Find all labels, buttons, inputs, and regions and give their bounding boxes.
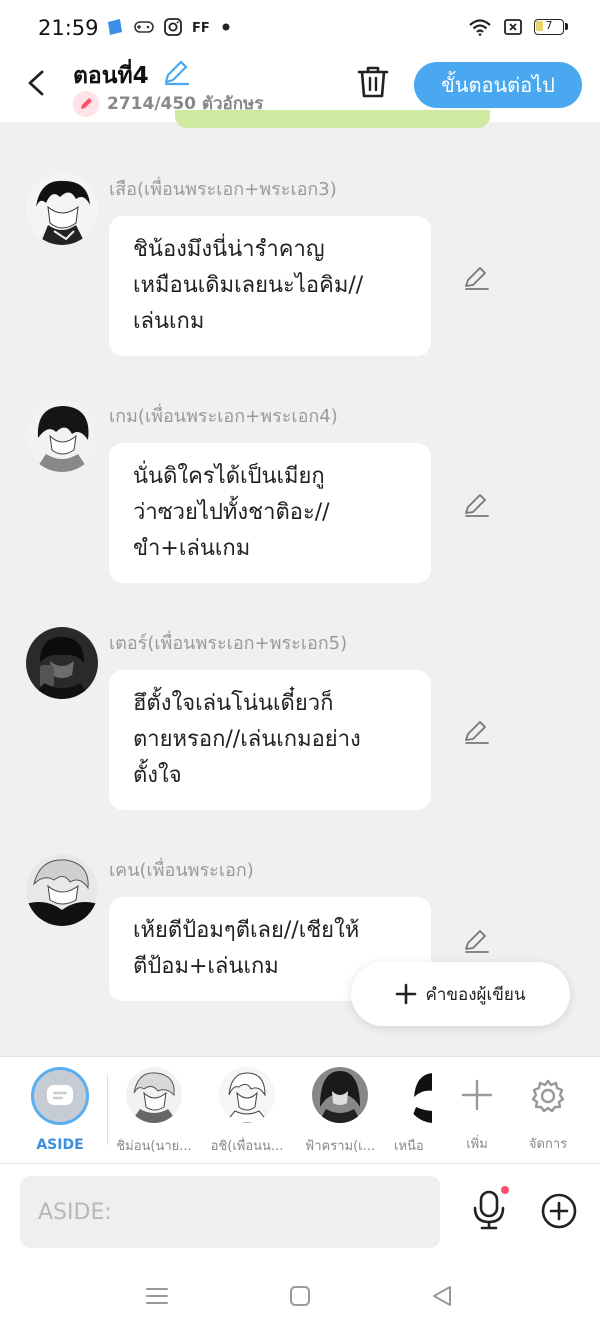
message-line: เหมือนเดิมเลยนะไอคิม// <box>133 273 364 298</box>
next-step-button[interactable]: ขั้นตอนต่อไป <box>414 62 582 108</box>
message-bubble[interactable]: ฮึตั้งใจเล่นโน่นเดี๋ยวก็ ตายหรอก//เล่นเก… <box>109 670 431 810</box>
message-line: เห้ยตีป้อมๆตีเลย//เชียให้ <box>133 918 360 943</box>
battery-level: 7 <box>545 19 553 32</box>
edit-message-button[interactable] <box>462 264 490 296</box>
chevron-left-icon <box>28 70 44 96</box>
manage-characters-button[interactable]: จัดการ <box>498 1067 598 1154</box>
status-time: 21:59 <box>38 16 99 40</box>
delete-button[interactable] <box>356 64 390 104</box>
sim-off-icon <box>504 19 522 35</box>
character-label: เหนือ <box>394 1139 424 1154</box>
aside-avatar <box>31 1067 89 1125</box>
character-label: ASIDE <box>36 1137 84 1153</box>
message-bubble[interactable]: ชิน้องมึงนี่น่ารำคาญ เหมือนเดิมเลยนะไอคิ… <box>109 216 431 356</box>
menu-icon <box>146 1288 168 1304</box>
character-item[interactable]: ฟ้าคราม(เ... <box>290 1067 390 1156</box>
character-name: เตอร์(เพื่อนพระเอก+พระเอก5) <box>109 633 348 654</box>
character-name: เสือ(เพื่อนพระเอก+พระเอก3) <box>109 179 337 200</box>
edit-message-button[interactable] <box>462 491 490 523</box>
dot-icon <box>222 23 230 31</box>
plus-circle-icon <box>541 1193 577 1229</box>
microphone-icon <box>473 1186 509 1230</box>
character-item[interactable]: ชิม่อน(นาย... <box>104 1067 204 1156</box>
message-line: เล่นเกม <box>133 309 205 334</box>
back-button[interactable] <box>22 66 54 100</box>
status-bar: 21:59 FF 7 <box>0 0 600 56</box>
pencil-icon <box>465 721 489 744</box>
gear-icon <box>531 1079 565 1113</box>
plus-icon <box>461 1079 493 1111</box>
pencil-icon <box>465 930 489 953</box>
message-bubble[interactable]: นั่นดิใครได้เป็นเมียกู ว่าซวยไปทั้งชาติอ… <box>109 443 431 583</box>
pencil-icon <box>164 60 190 86</box>
edit-title-button[interactable] <box>162 58 190 90</box>
trash-icon <box>357 66 389 98</box>
wifi-icon <box>469 19 491 36</box>
message-line: ตั้งใจ <box>133 763 182 788</box>
battery-icon: 7 <box>534 19 568 35</box>
home-nav-button[interactable] <box>289 1285 311 1311</box>
character-item[interactable]: เหนือ <box>380 1067 432 1156</box>
system-navigation-bar <box>0 1258 600 1333</box>
message-line: นั่นดิใครได้เป็นเมียกู <box>133 464 325 489</box>
character-label: ชิม่อน(นาย... <box>116 1139 192 1154</box>
notification-icons: FF <box>106 18 230 36</box>
chat-bubble-icon <box>47 1085 73 1105</box>
game-ff-icon: FF <box>192 21 210 35</box>
avatar <box>312 1067 368 1123</box>
character-aside[interactable]: ASIDE <box>10 1067 110 1153</box>
back-nav-button[interactable] <box>430 1284 454 1312</box>
svg-text:FF: FF <box>192 21 210 35</box>
message-line: ชิน้องมึงนี่น่ารำคาญ <box>133 237 325 262</box>
message-line: ตายหรอก//เล่นเกมอย่าง <box>133 727 361 752</box>
character-label: อชิ(เพื่อนน... <box>210 1139 284 1154</box>
plus-icon <box>396 983 417 1005</box>
instagram-icon <box>164 18 182 36</box>
avatar[interactable] <box>26 173 98 245</box>
avatar[interactable] <box>26 400 98 472</box>
message-line: ขำ+เล่นเกม <box>133 536 251 561</box>
back-triangle-icon <box>433 1286 451 1306</box>
writer-note-label: คำของผู้เขียน <box>425 984 526 1005</box>
character-item[interactable]: อชิ(เพื่อนน... <box>197 1067 297 1156</box>
avatar[interactable] <box>26 854 98 926</box>
writer-note-button[interactable]: คำของผู้เขียน <box>351 962 570 1026</box>
character-label: จัดการ <box>528 1137 568 1152</box>
character-name: เกม(เพื่อนพระเอก+พระเอก4) <box>109 406 338 427</box>
home-square-icon <box>290 1286 310 1306</box>
avatar[interactable] <box>26 627 98 699</box>
character-selector: ASIDE ชิม่อน(นาย... อชิ(เพื่อนน... ฟ้าคร… <box>0 1056 600 1164</box>
character-name: เคน(เพื่อนพระเอก) <box>109 860 254 881</box>
message-line: ว่าซวยไปทั้งชาติอะ// <box>133 500 330 525</box>
pencil-badge-icon <box>73 90 99 117</box>
message-input[interactable] <box>20 1176 440 1248</box>
avatar <box>126 1067 182 1123</box>
menu-nav-button[interactable] <box>145 1286 169 1310</box>
chapter-title: ตอนที่4 <box>73 63 149 89</box>
composer <box>0 1164 600 1258</box>
avatar <box>219 1067 275 1123</box>
pencil-icon <box>465 267 489 290</box>
voice-input-button[interactable] <box>470 1186 510 1234</box>
system-icons: 7 <box>468 18 568 36</box>
message-line: ฮึตั้งใจเล่นโน่นเดี๋ยวก็ <box>133 691 334 716</box>
app-notification-icon <box>108 19 122 35</box>
character-label: ฟ้าคราม(เ... <box>305 1139 375 1154</box>
edit-message-button[interactable] <box>462 927 490 959</box>
previous-message-bubble <box>175 110 490 128</box>
edit-message-button[interactable] <box>462 718 490 750</box>
gamepad-icon <box>134 21 154 33</box>
add-attachment-button[interactable] <box>540 1192 578 1234</box>
pencil-icon <box>465 494 489 517</box>
